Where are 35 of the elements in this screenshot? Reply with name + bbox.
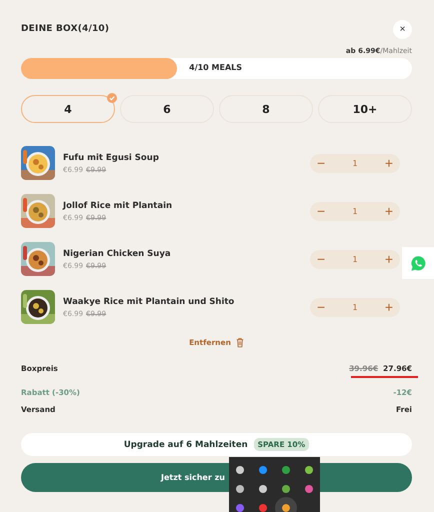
- tray-app-icon[interactable]: [236, 466, 244, 474]
- trash-icon: [236, 337, 244, 348]
- increase-button[interactable]: +: [378, 204, 400, 218]
- tray-app-icon[interactable]: [282, 484, 290, 493]
- tray-app-icon[interactable]: [259, 484, 268, 493]
- decrease-button[interactable]: −: [310, 156, 332, 170]
- tray-app-icon[interactable]: [282, 504, 290, 512]
- progress-label: 4/10 MEALS: [189, 63, 242, 72]
- tray-app-icon[interactable]: [236, 484, 244, 493]
- meal-name: Fufu mit Egusi Soup: [63, 152, 160, 162]
- tray-app-icon[interactable]: [259, 466, 268, 474]
- size-option[interactable]: 10+: [318, 95, 412, 123]
- decrease-button[interactable]: −: [310, 252, 332, 266]
- size-option[interactable]: 4: [21, 95, 115, 123]
- quantity-value: 1: [352, 302, 358, 312]
- close-button[interactable]: ×: [393, 20, 412, 38]
- size-option[interactable]: 8: [219, 95, 313, 123]
- increase-button[interactable]: +: [378, 156, 400, 170]
- quantity-value: 1: [352, 206, 358, 216]
- box-title: DEINE BOX(4/10): [21, 24, 110, 34]
- chat-bubble-icon: [410, 254, 426, 272]
- tray-app-icon[interactable]: [282, 466, 290, 474]
- check-icon: [107, 93, 117, 103]
- quantity-value: 1: [352, 254, 358, 264]
- meal-name: Waakye Rice mit Plantain und Shito: [63, 296, 236, 306]
- increase-button[interactable]: +: [378, 300, 400, 314]
- decrease-button[interactable]: −: [310, 204, 332, 218]
- tray-app-icon[interactable]: [304, 484, 313, 493]
- quantity-value: 1: [352, 158, 358, 168]
- size-option[interactable]: 6: [120, 95, 214, 123]
- meal-name: Jollof Rice mit Plantain: [63, 200, 174, 210]
- tray-app-icon[interactable]: [304, 466, 313, 474]
- meal-name: Nigerian Chicken Suya: [63, 248, 172, 258]
- increase-button[interactable]: +: [378, 252, 400, 266]
- decrease-button[interactable]: −: [310, 300, 332, 314]
